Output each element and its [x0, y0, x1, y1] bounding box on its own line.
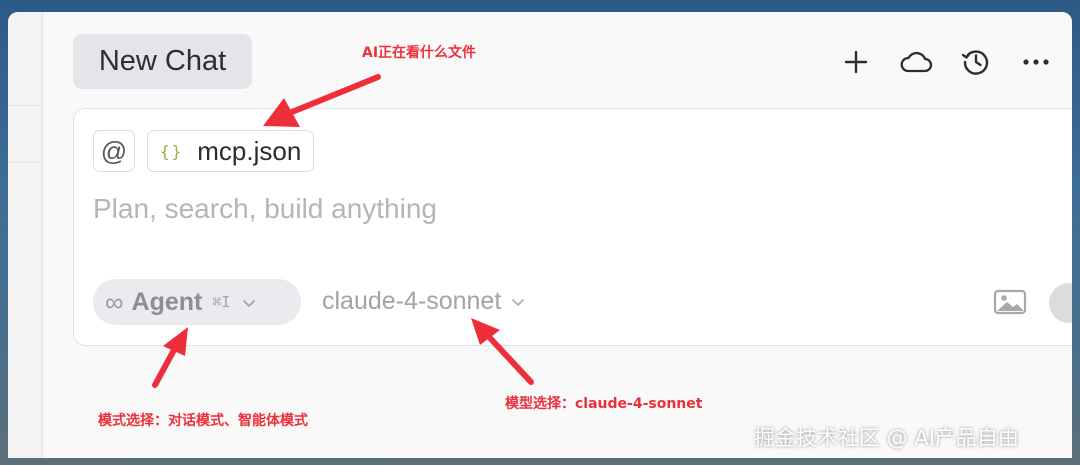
history-icon [961, 50, 989, 75]
more-icon [1023, 59, 1049, 65]
send-button[interactable] [1049, 283, 1072, 323]
cloud-button[interactable] [896, 42, 936, 82]
divider [8, 162, 42, 163]
attach-image-button[interactable] [993, 288, 1027, 316]
infinity-icon: ∞ [105, 286, 124, 317]
chevron-down-icon [512, 299, 525, 306]
left-sidebar-edge [8, 12, 43, 458]
annotation-mode-note: 模式选择：对话模式、智能体模式 [98, 413, 308, 429]
cloud-icon [900, 51, 933, 73]
mode-label: Agent [131, 287, 203, 316]
annotation-file-note: AI正在看什么文件 [362, 45, 477, 61]
image-icon [993, 289, 1027, 315]
history-button[interactable] [956, 42, 996, 82]
tab-label: New Chat [98, 45, 227, 77]
chat-panel: New Chat @ {} mcp.json Plan, search, bui… [43, 12, 1072, 458]
chat-composer: @ {} mcp.json Plan, search, build anythi… [73, 108, 1072, 346]
tab-new-chat[interactable]: New Chat [73, 34, 252, 89]
header-toolbar [836, 42, 1072, 82]
new-chat-button[interactable] [836, 42, 876, 82]
json-file-icon: {} [160, 141, 184, 161]
attached-file-name: mcp.json [197, 135, 302, 166]
mention-button[interactable]: @ [93, 130, 135, 172]
attached-file-chip[interactable]: {} mcp.json [147, 130, 315, 172]
prompt-input[interactable]: Plan, search, build anything [93, 193, 437, 225]
watermark: 掘金技术社区 @ AI产品自由 [754, 426, 1019, 450]
more-options-button[interactable] [1016, 42, 1056, 82]
mode-selector[interactable]: ∞ Agent ⌘I [93, 279, 301, 325]
mode-shortcut: ⌘I [212, 293, 231, 311]
model-name: claude-4-sonnet [322, 287, 502, 315]
plus-icon [844, 50, 868, 74]
divider [8, 105, 42, 106]
chevron-down-icon [243, 299, 256, 307]
app-window: New Chat @ {} mcp.json Plan, search, bui… [8, 12, 1072, 458]
annotation-model-note: 模型选择：claude-4-sonnet [505, 396, 703, 412]
model-selector[interactable]: claude-4-sonnet [322, 287, 525, 316]
at-icon: @ [100, 135, 128, 166]
